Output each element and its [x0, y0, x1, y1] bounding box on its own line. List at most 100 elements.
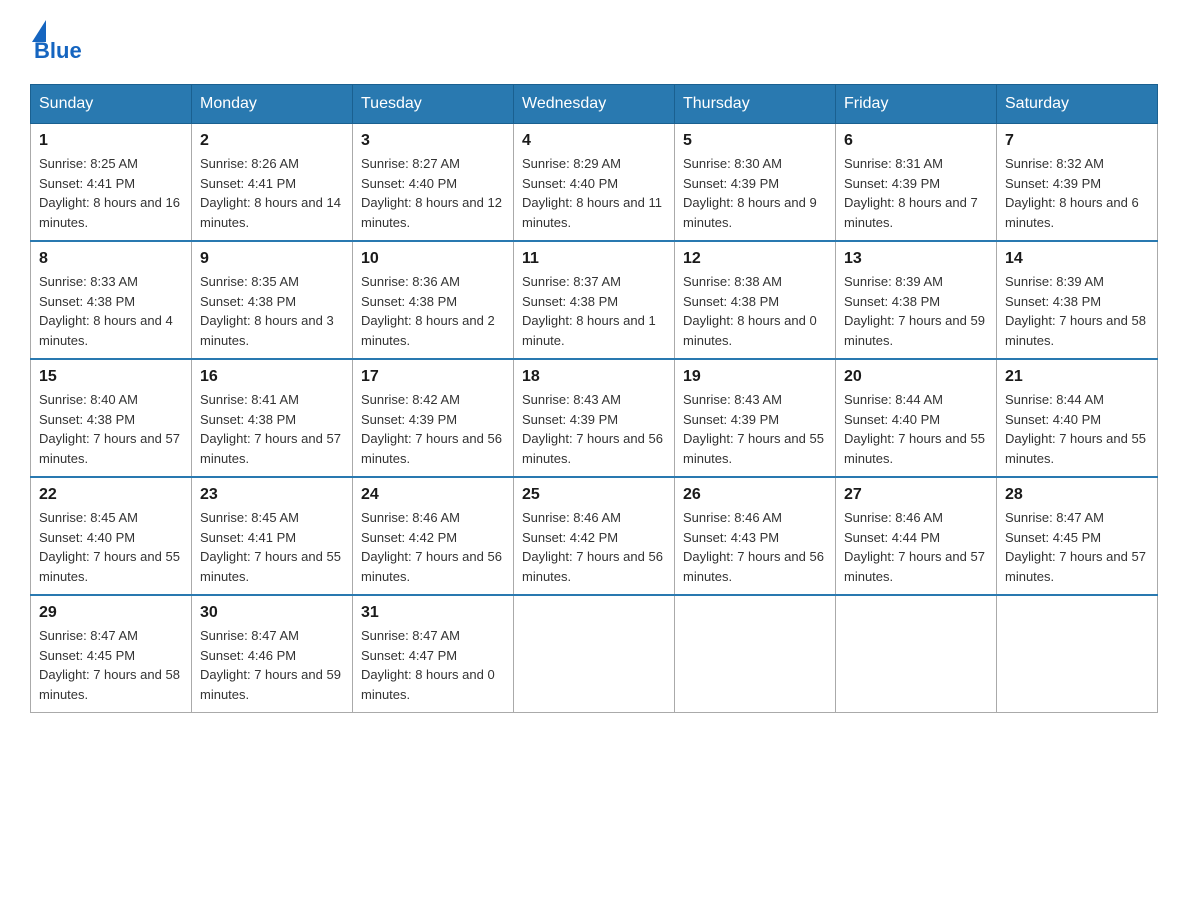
calendar-cell: 1 Sunrise: 8:25 AMSunset: 4:41 PMDayligh…	[31, 124, 192, 242]
day-info: Sunrise: 8:36 AMSunset: 4:38 PMDaylight:…	[361, 274, 495, 348]
day-info: Sunrise: 8:47 AMSunset: 4:47 PMDaylight:…	[361, 628, 495, 702]
calendar-cell: 10 Sunrise: 8:36 AMSunset: 4:38 PMDaylig…	[353, 241, 514, 359]
calendar-cell: 8 Sunrise: 8:33 AMSunset: 4:38 PMDayligh…	[31, 241, 192, 359]
day-info: Sunrise: 8:47 AMSunset: 4:46 PMDaylight:…	[200, 628, 341, 702]
day-info: Sunrise: 8:45 AMSunset: 4:40 PMDaylight:…	[39, 510, 180, 584]
calendar-table: SundayMondayTuesdayWednesdayThursdayFrid…	[30, 84, 1158, 713]
day-info: Sunrise: 8:27 AMSunset: 4:40 PMDaylight:…	[361, 156, 502, 230]
calendar-cell: 6 Sunrise: 8:31 AMSunset: 4:39 PMDayligh…	[836, 124, 997, 242]
day-of-week-header: Monday	[192, 85, 353, 124]
day-number: 11	[522, 250, 666, 268]
day-number: 5	[683, 132, 827, 150]
day-of-week-header: Thursday	[675, 85, 836, 124]
day-number: 17	[361, 368, 505, 386]
calendar-cell: 31 Sunrise: 8:47 AMSunset: 4:47 PMDaylig…	[353, 595, 514, 713]
day-info: Sunrise: 8:43 AMSunset: 4:39 PMDaylight:…	[522, 392, 663, 466]
calendar-cell: 11 Sunrise: 8:37 AMSunset: 4:38 PMDaylig…	[514, 241, 675, 359]
day-info: Sunrise: 8:40 AMSunset: 4:38 PMDaylight:…	[39, 392, 180, 466]
calendar-week-row: 29 Sunrise: 8:47 AMSunset: 4:45 PMDaylig…	[31, 595, 1158, 713]
day-of-week-header: Sunday	[31, 85, 192, 124]
day-of-week-header: Friday	[836, 85, 997, 124]
day-number: 24	[361, 486, 505, 504]
calendar-week-row: 1 Sunrise: 8:25 AMSunset: 4:41 PMDayligh…	[31, 124, 1158, 242]
calendar-cell: 23 Sunrise: 8:45 AMSunset: 4:41 PMDaylig…	[192, 477, 353, 595]
day-number: 3	[361, 132, 505, 150]
day-info: Sunrise: 8:46 AMSunset: 4:42 PMDaylight:…	[522, 510, 663, 584]
calendar-cell: 20 Sunrise: 8:44 AMSunset: 4:40 PMDaylig…	[836, 359, 997, 477]
calendar-cell: 4 Sunrise: 8:29 AMSunset: 4:40 PMDayligh…	[514, 124, 675, 242]
day-info: Sunrise: 8:32 AMSunset: 4:39 PMDaylight:…	[1005, 156, 1139, 230]
calendar-cell: 14 Sunrise: 8:39 AMSunset: 4:38 PMDaylig…	[997, 241, 1158, 359]
calendar-cell: 26 Sunrise: 8:46 AMSunset: 4:43 PMDaylig…	[675, 477, 836, 595]
calendar-cell: 24 Sunrise: 8:46 AMSunset: 4:42 PMDaylig…	[353, 477, 514, 595]
calendar-cell: 25 Sunrise: 8:46 AMSunset: 4:42 PMDaylig…	[514, 477, 675, 595]
day-info: Sunrise: 8:30 AMSunset: 4:39 PMDaylight:…	[683, 156, 817, 230]
day-of-week-header: Saturday	[997, 85, 1158, 124]
calendar-cell: 12 Sunrise: 8:38 AMSunset: 4:38 PMDaylig…	[675, 241, 836, 359]
day-info: Sunrise: 8:46 AMSunset: 4:43 PMDaylight:…	[683, 510, 824, 584]
day-number: 23	[200, 486, 344, 504]
calendar-cell	[997, 595, 1158, 713]
calendar-cell: 29 Sunrise: 8:47 AMSunset: 4:45 PMDaylig…	[31, 595, 192, 713]
day-info: Sunrise: 8:39 AMSunset: 4:38 PMDaylight:…	[844, 274, 985, 348]
day-number: 9	[200, 250, 344, 268]
logo: Blue	[30, 20, 82, 64]
day-number: 28	[1005, 486, 1149, 504]
calendar-cell: 18 Sunrise: 8:43 AMSunset: 4:39 PMDaylig…	[514, 359, 675, 477]
day-of-week-header: Wednesday	[514, 85, 675, 124]
day-number: 7	[1005, 132, 1149, 150]
calendar-cell	[514, 595, 675, 713]
day-info: Sunrise: 8:44 AMSunset: 4:40 PMDaylight:…	[844, 392, 985, 466]
day-info: Sunrise: 8:47 AMSunset: 4:45 PMDaylight:…	[1005, 510, 1146, 584]
calendar-cell	[675, 595, 836, 713]
day-number: 25	[522, 486, 666, 504]
logo-subtitle: Blue	[30, 38, 82, 64]
day-number: 12	[683, 250, 827, 268]
day-info: Sunrise: 8:43 AMSunset: 4:39 PMDaylight:…	[683, 392, 824, 466]
day-number: 19	[683, 368, 827, 386]
calendar-week-row: 15 Sunrise: 8:40 AMSunset: 4:38 PMDaylig…	[31, 359, 1158, 477]
day-number: 26	[683, 486, 827, 504]
day-number: 6	[844, 132, 988, 150]
calendar-cell: 19 Sunrise: 8:43 AMSunset: 4:39 PMDaylig…	[675, 359, 836, 477]
day-info: Sunrise: 8:31 AMSunset: 4:39 PMDaylight:…	[844, 156, 978, 230]
day-info: Sunrise: 8:47 AMSunset: 4:45 PMDaylight:…	[39, 628, 180, 702]
day-info: Sunrise: 8:25 AMSunset: 4:41 PMDaylight:…	[39, 156, 180, 230]
day-number: 14	[1005, 250, 1149, 268]
calendar-cell: 9 Sunrise: 8:35 AMSunset: 4:38 PMDayligh…	[192, 241, 353, 359]
day-info: Sunrise: 8:26 AMSunset: 4:41 PMDaylight:…	[200, 156, 341, 230]
day-info: Sunrise: 8:29 AMSunset: 4:40 PMDaylight:…	[522, 156, 662, 230]
day-info: Sunrise: 8:45 AMSunset: 4:41 PMDaylight:…	[200, 510, 341, 584]
calendar-cell: 21 Sunrise: 8:44 AMSunset: 4:40 PMDaylig…	[997, 359, 1158, 477]
day-info: Sunrise: 8:44 AMSunset: 4:40 PMDaylight:…	[1005, 392, 1146, 466]
page-header: Blue	[30, 20, 1158, 64]
day-number: 4	[522, 132, 666, 150]
calendar-cell: 16 Sunrise: 8:41 AMSunset: 4:38 PMDaylig…	[192, 359, 353, 477]
day-info: Sunrise: 8:42 AMSunset: 4:39 PMDaylight:…	[361, 392, 502, 466]
calendar-cell: 3 Sunrise: 8:27 AMSunset: 4:40 PMDayligh…	[353, 124, 514, 242]
calendar-cell: 27 Sunrise: 8:46 AMSunset: 4:44 PMDaylig…	[836, 477, 997, 595]
day-number: 8	[39, 250, 183, 268]
calendar-cell	[836, 595, 997, 713]
day-number: 2	[200, 132, 344, 150]
day-number: 16	[200, 368, 344, 386]
calendar-cell: 7 Sunrise: 8:32 AMSunset: 4:39 PMDayligh…	[997, 124, 1158, 242]
day-info: Sunrise: 8:33 AMSunset: 4:38 PMDaylight:…	[39, 274, 173, 348]
day-number: 13	[844, 250, 988, 268]
calendar-header-row: SundayMondayTuesdayWednesdayThursdayFrid…	[31, 85, 1158, 124]
day-number: 31	[361, 604, 505, 622]
day-number: 20	[844, 368, 988, 386]
day-number: 22	[39, 486, 183, 504]
day-info: Sunrise: 8:35 AMSunset: 4:38 PMDaylight:…	[200, 274, 334, 348]
day-number: 1	[39, 132, 183, 150]
day-info: Sunrise: 8:46 AMSunset: 4:42 PMDaylight:…	[361, 510, 502, 584]
calendar-cell: 28 Sunrise: 8:47 AMSunset: 4:45 PMDaylig…	[997, 477, 1158, 595]
day-info: Sunrise: 8:37 AMSunset: 4:38 PMDaylight:…	[522, 274, 656, 348]
day-number: 15	[39, 368, 183, 386]
day-number: 27	[844, 486, 988, 504]
day-number: 30	[200, 604, 344, 622]
day-info: Sunrise: 8:46 AMSunset: 4:44 PMDaylight:…	[844, 510, 985, 584]
calendar-cell: 2 Sunrise: 8:26 AMSunset: 4:41 PMDayligh…	[192, 124, 353, 242]
day-of-week-header: Tuesday	[353, 85, 514, 124]
calendar-week-row: 22 Sunrise: 8:45 AMSunset: 4:40 PMDaylig…	[31, 477, 1158, 595]
